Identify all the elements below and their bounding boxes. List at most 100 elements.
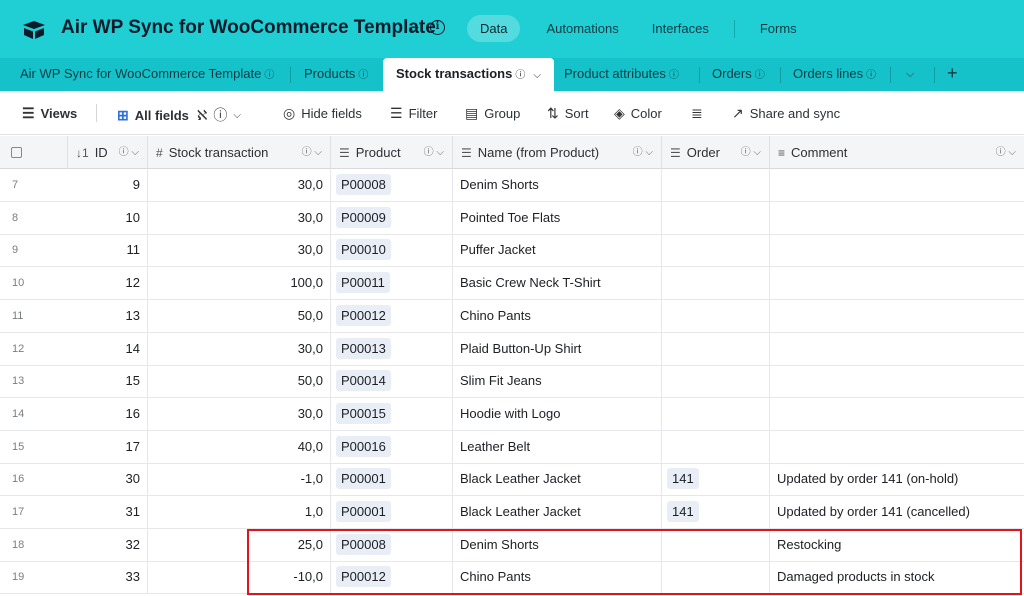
linked-record-chip[interactable]: P00014 [336,370,391,392]
table-row[interactable]: 17 31 1,0 P00001 Black Leather Jacket 141 Upda… [0,496,1024,529]
cell-comment[interactable] [770,398,1024,430]
cell-stock-transaction[interactable]: 30,0 [148,169,331,201]
cell-order[interactable] [662,201,770,234]
cell-order[interactable] [662,234,770,267]
cell-id[interactable]: 33 [68,561,148,594]
cell-stock-transaction[interactable]: 30,0 [148,234,331,267]
cell-order[interactable] [662,169,770,201]
cell-comment[interactable] [770,267,1024,299]
cell-name[interactable]: Chino Pants [453,299,662,332]
column-menu-icon[interactable]: ⓘ ⌵ [119,136,139,169]
cell-id[interactable]: 9 [68,169,148,201]
cell-comment[interactable] [770,169,1024,201]
column-menu-icon[interactable]: ⓘ ⌵ [633,136,653,169]
select-all-checkbox[interactable] [11,147,22,158]
cell-comment[interactable] [770,431,1024,463]
cell-stock-transaction[interactable]: 1,0 [148,496,331,528]
column-menu-icon[interactable]: ⓘ ⌵ [741,136,761,169]
table-row[interactable]: 10 12 100,0 P00011 Basic Crew Neck T-Shirt [0,267,1024,301]
cell-name[interactable]: Slim Fit Jeans [453,365,662,398]
linked-record-chip[interactable]: P00010 [336,239,391,261]
table-row[interactable]: 11 13 50,0 P00012 Chino Pants [0,299,1024,333]
cell-order[interactable] [662,332,770,365]
cell-product[interactable]: P00015 [331,397,453,430]
cell-id[interactable]: 15 [68,365,148,398]
linked-record-chip[interactable]: P00009 [336,206,391,228]
cell-name[interactable]: Basic Crew Neck T-Shirt [453,267,662,300]
tab-products[interactable]: Products ⓘ [304,58,368,91]
linked-record-chip[interactable]: P00008 [336,174,391,195]
share-sync-button[interactable]: ↗ Share and sync [732,105,840,122]
views-button[interactable]: ☰ Views [22,105,77,122]
cell-id[interactable]: 14 [68,332,148,365]
cell-id[interactable]: 13 [68,299,148,332]
more-tables-chevron-icon[interactable]: ⌵ [906,58,914,91]
info-icon[interactable]: i [430,20,445,35]
column-header-id[interactable]: ↓1 ID ⓘ ⌵ [68,136,148,169]
cell-order[interactable] [662,430,770,463]
cell-comment[interactable] [770,202,1024,234]
all-fields-view-button[interactable]: ⊞ All fields ℵ ⓘ ⌵ [117,105,241,125]
cell-comment[interactable] [770,365,1024,397]
cell-stock-transaction[interactable]: 30,0 [148,201,331,234]
chevron-down-icon[interactable]: ⌵ [533,70,541,81]
table-row[interactable]: 15 17 40,0 P00016 Leather Belt [0,430,1024,464]
tab-orders[interactable]: Orders ⓘ [712,58,765,91]
cell-stock-transaction[interactable]: 30,0 [148,332,331,365]
cell-product[interactable]: P00010 [331,234,453,267]
cell-name[interactable]: Leather Belt [453,430,662,463]
linked-record-chip[interactable]: P00015 [336,402,391,424]
cell-product[interactable]: P00014 [331,365,453,398]
cell-name[interactable]: Denim Shorts [453,169,662,201]
cell-name[interactable]: Pointed Toe Flats [453,201,662,234]
linked-record-chip[interactable]: P00012 [336,304,391,326]
linked-record-chip[interactable]: P00016 [336,435,391,457]
cell-name[interactable]: Plaid Button-Up Shirt [453,332,662,365]
cell-name[interactable]: Hoodie with Logo [453,397,662,430]
row-height-button[interactable]: ≣ [691,105,709,122]
cell-order[interactable]: 141 [662,463,770,496]
tab-product-attributes[interactable]: Product attributes ⓘ [564,58,679,91]
column-header-stock-transaction[interactable]: # Stock transaction ⓘ ⌵ [148,136,331,169]
cell-product[interactable]: P00016 [331,430,453,463]
table-row[interactable]: 12 14 30,0 P00013 Plaid Button-Up Shirt [0,332,1024,366]
cell-name[interactable]: Puffer Jacket [453,234,662,267]
cell-id[interactable]: 12 [68,267,148,300]
cell-order[interactable]: 141 [662,496,770,528]
cell-comment[interactable]: Updated by order 141 (cancelled) [770,496,1024,528]
cell-comment[interactable] [770,333,1024,365]
column-menu-icon[interactable]: ⓘ ⌵ [996,136,1016,169]
tab-stock-transactions[interactable]: Stock transactions ⓘ ⌵ [383,58,554,91]
cell-product[interactable]: P00009 [331,201,453,234]
nav-interfaces[interactable]: Interfaces [652,15,709,42]
cell-order[interactable] [662,267,770,300]
cell-stock-transaction[interactable]: 40,0 [148,430,331,463]
add-table-plus-icon[interactable]: + [947,58,958,91]
cell-id[interactable]: 16 [68,397,148,430]
column-menu-icon[interactable]: ⓘ ⌵ [302,136,322,169]
nav-data[interactable]: Data [467,15,521,42]
column-header-product[interactable]: ☰ Product ⓘ ⌵ [331,136,453,169]
column-header-order[interactable]: ☰ Order ⓘ ⌵ [662,136,770,169]
cell-product[interactable]: P00001 [331,496,453,528]
cell-id[interactable]: 10 [68,201,148,234]
nav-automations[interactable]: Automations [546,15,618,42]
cell-stock-transaction[interactable]: 100,0 [148,267,331,300]
cell-stock-transaction[interactable]: 30,0 [148,397,331,430]
table-row[interactable]: 16 30 -1,0 P00001 Black Leather Jacket 141 Upd… [0,463,1024,497]
color-button[interactable]: ◈ Color [614,105,662,122]
cell-stock-transaction[interactable]: 50,0 [148,365,331,398]
cell-id[interactable]: 32 [68,528,148,561]
sort-button[interactable]: ⇅ Sort [547,105,589,122]
linked-record-chip[interactable]: P00013 [336,337,391,359]
table-row[interactable]: 13 15 50,0 P00014 Slim Fit Jeans [0,365,1024,399]
cell-id[interactable]: 31 [68,496,148,528]
cell-product[interactable]: P00013 [331,332,453,365]
cell-order[interactable] [662,299,770,332]
column-header-comment[interactable]: ≡ Comment ⓘ ⌵ [770,136,1024,169]
cell-order[interactable] [662,365,770,398]
cell-id[interactable]: 17 [68,430,148,463]
table-row[interactable]: 9 11 30,0 P00010 Puffer Jacket [0,234,1024,268]
nav-forms[interactable]: Forms [760,15,797,42]
table-row[interactable]: 8 10 30,0 P00009 Pointed Toe Flats [0,201,1024,235]
